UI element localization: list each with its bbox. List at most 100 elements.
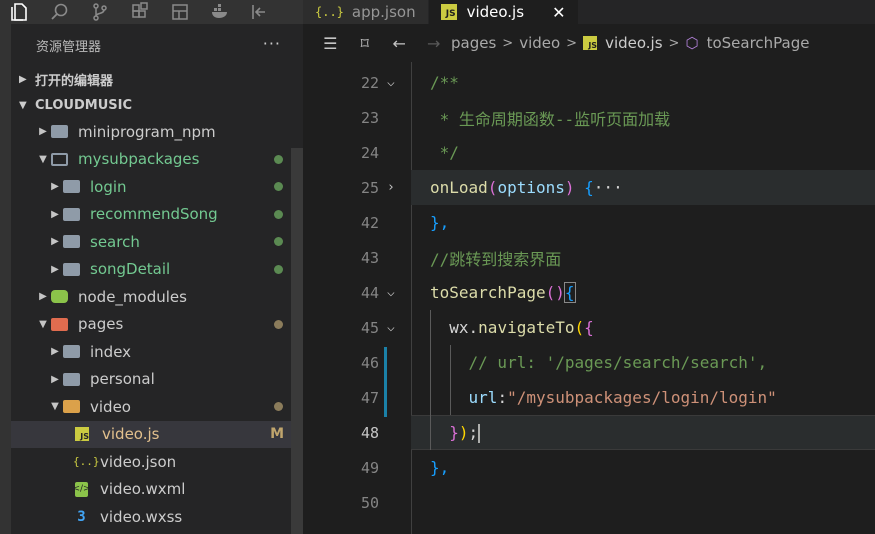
chevron-down-icon[interactable]: ⌵ (387, 285, 395, 300)
extensions-icon[interactable] (120, 0, 160, 24)
code-line[interactable]: 22 ⌵ /** (303, 65, 875, 100)
code-line[interactable]: 47 url:"/mysubpackages/login/login" (303, 380, 875, 415)
git-status-dot (274, 319, 283, 329)
tab-app-json[interactable]: {..} app.json (303, 0, 429, 24)
json-file-icon: {..} (315, 5, 344, 19)
text-cursor (478, 423, 481, 443)
folder-icon (63, 372, 80, 386)
project-section[interactable]: ▼ CLOUDMUSIC (11, 92, 303, 118)
tree-label: video.json (100, 452, 177, 471)
code-editor[interactable]: 22 ⌵ /** 23 * 生命周期函数--监听页面加载 24 */ 25 › … (303, 62, 875, 534)
docker-icon[interactable] (200, 0, 240, 24)
tree-item-index[interactable]: ▶ index (11, 338, 303, 366)
tree-item-video[interactable]: ▼ video (11, 393, 303, 421)
tab-label: video.js (466, 3, 525, 21)
folder-icon (63, 235, 80, 249)
breadcrumb-pages[interactable]: pages (451, 34, 496, 52)
explorer-header: 资源管理器 ··· (11, 24, 303, 66)
code-line[interactable]: 23 * 生命周期函数--监听页面加载 (303, 100, 875, 135)
tree-item-video-wxml[interactable]: </> video.wxml (11, 476, 303, 504)
explorer-title: 资源管理器 (36, 39, 102, 55)
close-icon[interactable]: ✕ (552, 3, 565, 22)
bookmark-icon[interactable]: ⌑ (348, 34, 383, 53)
tree-label: personal (90, 370, 155, 389)
forward-arrow-icon[interactable]: → (417, 34, 452, 53)
outline-list-icon[interactable]: ☰ (313, 34, 348, 53)
code-line[interactable]: 24 */ (303, 135, 875, 170)
tree-label: pages (78, 315, 124, 334)
files-icon[interactable] (0, 0, 40, 24)
js-file-icon: JS (583, 36, 598, 50)
breadcrumb: ☰ ⌑ ← → pages > video > JS video.js > ⬡ … (303, 24, 875, 62)
chevron-down-icon[interactable]: ⌵ (387, 320, 395, 335)
tree-item-search[interactable]: ▶ search (11, 228, 303, 256)
activity-bar (0, 0, 303, 24)
tree-item-personal[interactable]: ▶ personal (11, 366, 303, 394)
line-number: 25 (360, 178, 379, 197)
back-arrow-icon[interactable]: ← (382, 34, 417, 53)
chevron-down-icon: ▼ (51, 401, 59, 413)
breadcrumb-video[interactable]: video (519, 34, 560, 52)
more-actions-icon[interactable]: ··· (263, 34, 281, 53)
page-icon[interactable] (160, 0, 200, 24)
section-label: 打开的编辑器 (35, 73, 114, 89)
tree-item-recommendsong[interactable]: ▶ recommendSong (11, 201, 303, 229)
chevron-down-icon: ▼ (39, 318, 47, 330)
code-line[interactable]: 45 ⌵ wx.navigateTo({ (303, 310, 875, 345)
code-line-folded[interactable]: 25 › onLoad(options) {··· (361, 170, 875, 205)
folder-open-icon (63, 400, 80, 414)
chevron-right-icon: ▶ (19, 73, 27, 85)
code-line[interactable]: 46 // url: '/pages/search/search', (303, 345, 875, 380)
pages-folder-icon (51, 317, 68, 331)
git-status-dot (274, 237, 283, 247)
search-icon[interactable] (40, 0, 80, 24)
source-control-icon[interactable] (80, 0, 120, 24)
git-status-dot (274, 402, 283, 412)
chevron-right-icon: ▶ (51, 346, 59, 358)
tree-item-video-wxss[interactable]: 3 video.wxss (11, 503, 303, 531)
code-line[interactable]: 49 }, (303, 450, 875, 485)
tree-item-video-js[interactable]: JS video.js M (11, 420, 303, 448)
code-line[interactable]: 43 //跳转到搜索界面 (303, 240, 875, 275)
folder-icon (63, 262, 80, 276)
modified-badge: M (270, 426, 284, 443)
chevron-right-icon: ▶ (51, 373, 59, 385)
line-number: 47 (360, 388, 379, 407)
folder-icon (63, 345, 80, 359)
code-line[interactable]: 44 ⌵ toSearchPage(){ (303, 275, 875, 310)
code-line[interactable]: 42 }, (303, 205, 875, 240)
breadcrumb-separator: > (668, 35, 680, 51)
chevron-down-icon: ▼ (39, 153, 47, 165)
editor-toolbar: ☰ ⌑ ← → (303, 34, 451, 53)
sidebar-scrollbar[interactable] (291, 148, 303, 534)
breadcrumb-symbol[interactable]: toSearchPage (707, 34, 810, 52)
breadcrumb-file[interactable]: video.js (605, 34, 662, 52)
line-number: 42 (360, 213, 379, 232)
tree-item-video-json[interactable]: {..} video.json (11, 448, 303, 476)
line-number: 22 (360, 73, 379, 92)
indent-guide (450, 345, 451, 415)
line-number: 50 (360, 493, 379, 512)
code-line-current[interactable]: 48 }); (361, 415, 875, 450)
chevron-right-icon: ▶ (51, 208, 59, 220)
open-editors-section[interactable]: ▶ 打开的编辑器 (11, 66, 303, 92)
tree-item-node-modules[interactable]: ▶ node_modules (11, 283, 303, 311)
collapse-panel-icon[interactable] (240, 0, 280, 24)
tree-label: miniprogram_npm (78, 122, 216, 141)
line-number: 43 (360, 248, 379, 267)
chevron-right-icon[interactable]: › (387, 180, 395, 195)
indent-guide (430, 310, 431, 450)
tree-item-miniprogram-npm[interactable]: ▶ miniprogram_npm (11, 118, 303, 146)
tree-item-login[interactable]: ▶ login (11, 173, 303, 201)
tree-item-pages[interactable]: ▼ pages (11, 311, 303, 339)
code-line[interactable]: 50 (303, 485, 875, 520)
tab-video-js[interactable]: JS video.js ✕ (428, 0, 579, 24)
code-text: // url: '/pages/search/search', (430, 353, 768, 372)
tree-label: mysubpackages (78, 150, 200, 169)
explorer-sidebar: 资源管理器 ··· ▶ 打开的编辑器 ▼ CLOUDMUSIC ▶ minipr… (11, 24, 303, 534)
chevron-down-icon[interactable]: ⌵ (387, 75, 395, 90)
tree-label: video.wxml (100, 480, 186, 499)
tree-label: video.js (102, 425, 160, 444)
tree-item-mysubpackages[interactable]: ▼ mysubpackages (11, 146, 303, 174)
tree-item-songdetail[interactable]: ▶ songDetail (11, 256, 303, 284)
